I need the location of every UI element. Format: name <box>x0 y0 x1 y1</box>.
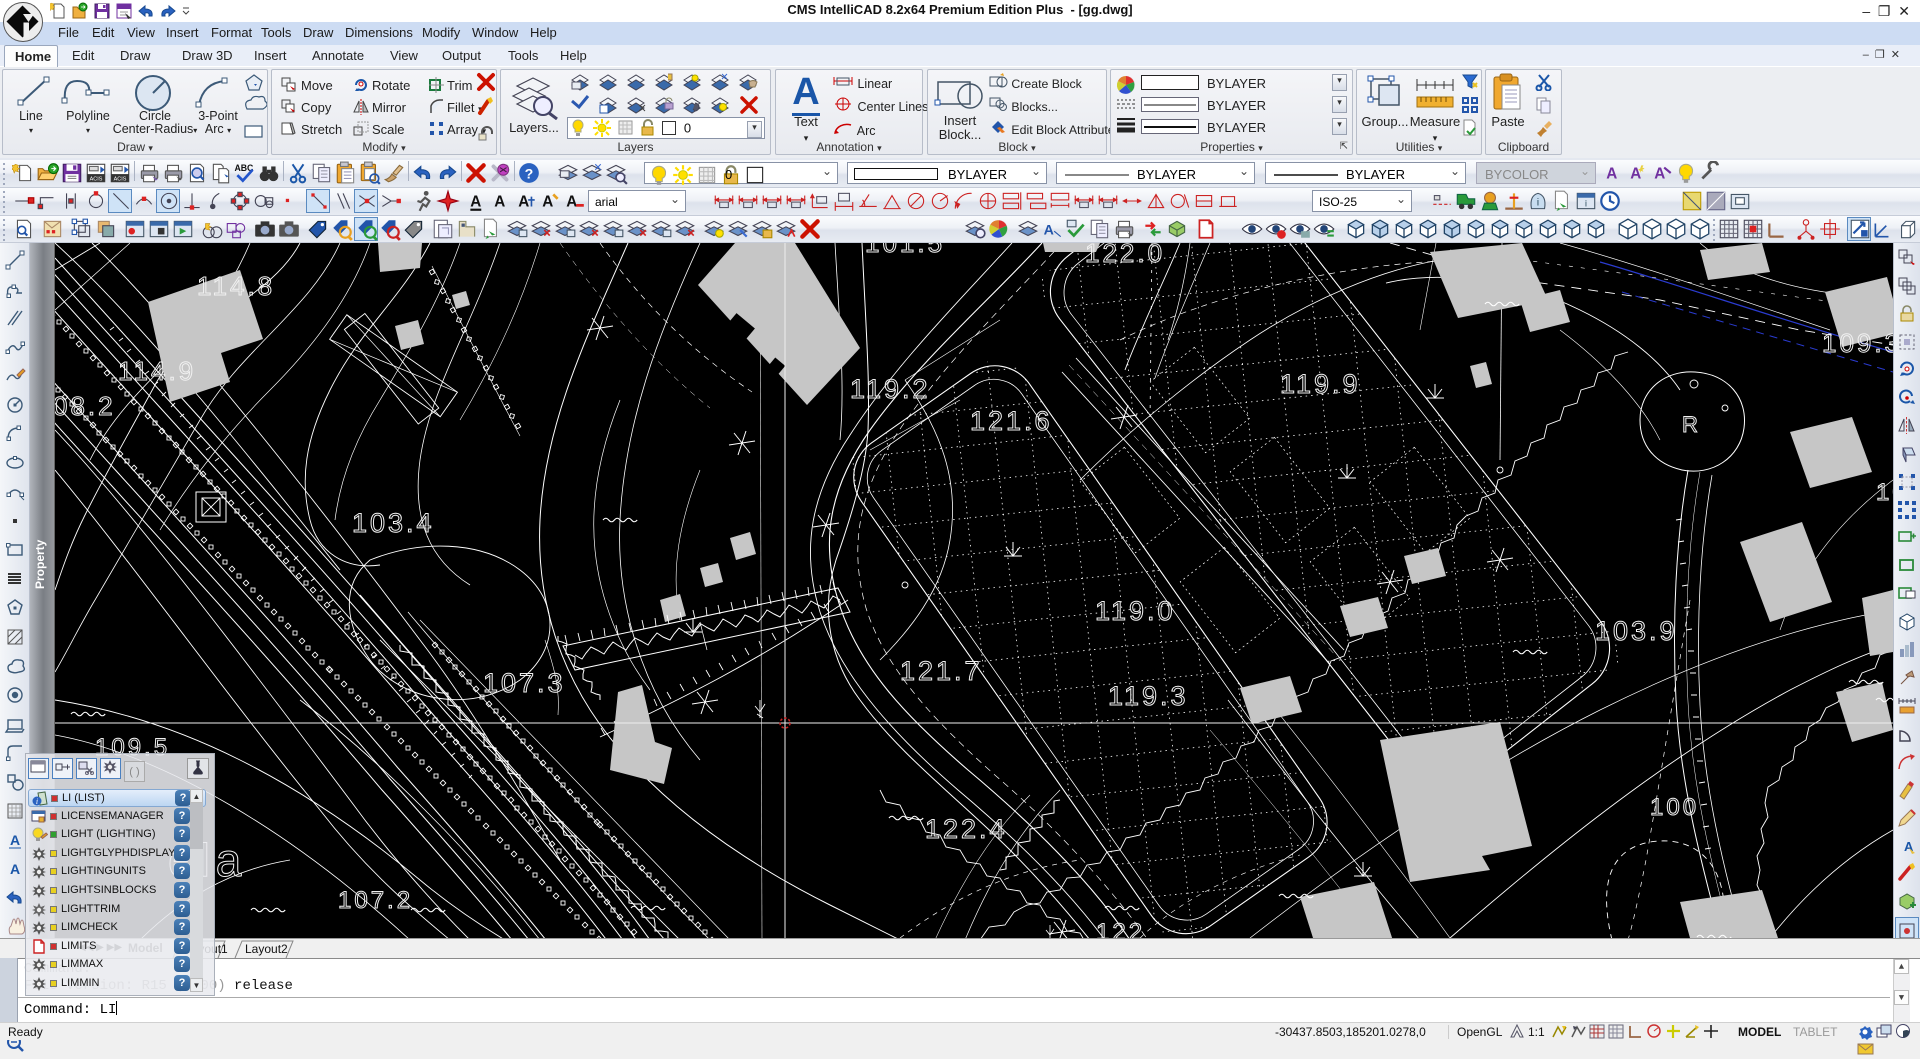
svg-text:119.3: 119.3 <box>1108 681 1189 711</box>
svg-text:119.9: 119.9 <box>1280 369 1361 399</box>
svg-text:A: A <box>1654 165 1665 182</box>
svg-text:A: A <box>1630 165 1641 182</box>
svg-text:R: R <box>1682 412 1698 437</box>
svg-text:A: A <box>518 193 529 210</box>
svg-text:i: i <box>1585 198 1587 208</box>
svg-text:A: A <box>470 193 481 210</box>
svg-text:109.3: 109.3 <box>1822 328 1893 358</box>
svg-text:103.4: 103.4 <box>352 508 435 538</box>
svg-text:A: A <box>9 861 19 877</box>
svg-text:103.9: 103.9 <box>1595 616 1678 646</box>
svg-text:121.7: 121.7 <box>900 656 983 686</box>
svg-text:10: 10 <box>1876 479 1893 506</box>
svg-text:ACIS: ACIS <box>114 177 127 183</box>
svg-text:119.2: 119.2 <box>850 374 931 404</box>
svg-text:A: A <box>566 193 577 210</box>
svg-text:107.2: 107.2 <box>338 887 413 914</box>
svg-text:08.2: 08.2 <box>55 391 116 421</box>
svg-text:A: A <box>494 193 505 210</box>
svg-text:A: A <box>1606 165 1617 182</box>
svg-text:114.9: 114.9 <box>118 356 196 386</box>
svg-text:A: A <box>542 193 553 210</box>
svg-text:?: ? <box>525 166 534 182</box>
svg-text:100: 100 <box>1650 794 1699 821</box>
svg-text:122: 122 <box>1096 919 1145 938</box>
svg-text:122.4: 122.4 <box>925 814 1008 844</box>
svg-text:A: A <box>9 832 19 848</box>
svg-text:101.5: 101.5 <box>865 243 945 258</box>
svg-text:107.3: 107.3 <box>483 668 566 698</box>
svg-text:121.6: 121.6 <box>970 406 1053 436</box>
svg-text:ACIS: ACIS <box>90 177 103 183</box>
svg-text:i: i <box>36 797 38 806</box>
svg-text:A: A <box>1044 222 1054 238</box>
svg-text:119.0: 119.0 <box>1095 596 1176 626</box>
svg-text:i: i <box>1537 197 1539 208</box>
svg-text:122.0: 122.0 <box>1085 243 1165 268</box>
svg-text:114.8: 114.8 <box>197 271 275 301</box>
